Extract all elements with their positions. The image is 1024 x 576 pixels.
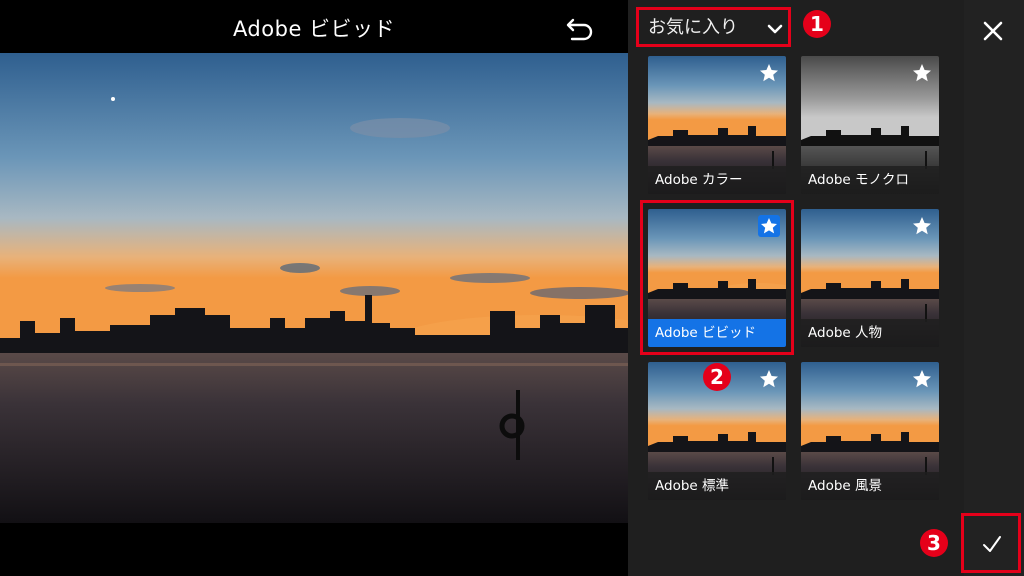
favorites-dropdown[interactable]: お気に入り	[636, 7, 791, 47]
star-icon[interactable]	[911, 215, 933, 237]
star-icon[interactable]	[758, 368, 780, 390]
preset-tile-color[interactable]: Adobe カラー	[648, 56, 786, 194]
star-icon[interactable]	[911, 368, 933, 390]
right-action-bar	[964, 0, 1024, 576]
preset-label: Adobe モノクロ	[801, 166, 939, 194]
star-icon[interactable]	[758, 62, 780, 84]
preset-tile-landscape[interactable]: Adobe 風景	[801, 362, 939, 500]
close-icon[interactable]	[980, 18, 1006, 44]
preset-label: Adobe 人物	[801, 319, 939, 347]
annotation-badge-1: 1	[803, 10, 831, 38]
checkmark-icon[interactable]	[980, 532, 1004, 556]
annotation-badge-3: 3	[920, 529, 948, 557]
editor-header: Adobe ビビッド	[0, 0, 628, 53]
favorites-dropdown-label: お気に入り	[648, 17, 738, 38]
selection-highlight	[640, 200, 794, 355]
preset-label: Adobe 風景	[801, 472, 939, 500]
annotation-badge-2: 2	[703, 363, 731, 391]
preset-tile-portrait[interactable]: Adobe 人物	[801, 209, 939, 347]
preset-label: Adobe カラー	[648, 166, 786, 194]
chevron-down-icon	[767, 24, 783, 34]
page-title: Adobe ビビッド	[232, 17, 396, 41]
preset-label: Adobe 標準	[648, 472, 786, 500]
star-icon[interactable]	[911, 62, 933, 84]
photo-preview	[0, 53, 628, 523]
undo-icon[interactable]	[564, 14, 596, 44]
preset-tile-monochrome[interactable]: Adobe モノクロ	[801, 56, 939, 194]
